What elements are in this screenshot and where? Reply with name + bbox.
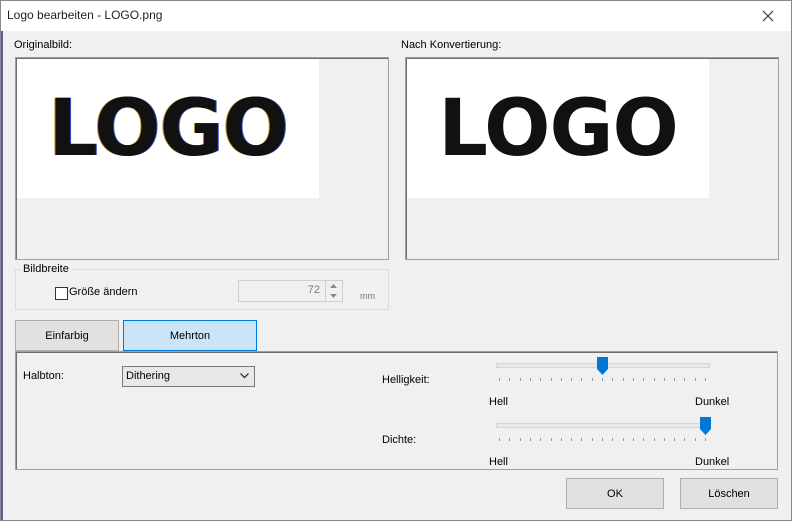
slider-tick xyxy=(560,438,562,441)
dialog-window: Logo bearbeiten - LOGO.png Originalbild:… xyxy=(0,0,792,521)
slider-tick xyxy=(622,438,624,441)
slider-tick xyxy=(663,438,665,441)
original-logo: LOGO xyxy=(48,83,289,174)
slider-tick xyxy=(529,378,531,381)
spinner-buttons xyxy=(325,281,342,301)
title-bar: Logo bearbeiten - LOGO.png xyxy=(1,1,791,31)
image-width-group-label: Bildbreite xyxy=(20,263,72,275)
slider-tick xyxy=(550,438,552,441)
delete-button[interactable]: Löschen xyxy=(680,478,778,509)
converted-image: LOGO xyxy=(407,59,709,198)
spin-down-icon[interactable] xyxy=(330,294,337,298)
slider-tick xyxy=(684,378,686,381)
halftone-select[interactable]: Dithering xyxy=(122,366,255,387)
slider-tick xyxy=(643,438,645,441)
converted-logo: LOGO xyxy=(438,83,679,174)
density-slider[interactable] xyxy=(496,417,712,447)
tab-mehrton-label: Mehrton xyxy=(169,329,211,342)
slider-tick xyxy=(632,378,634,381)
density-thumb[interactable] xyxy=(699,417,711,435)
density-track xyxy=(496,423,710,428)
brightness-min-label: Hell xyxy=(489,396,508,408)
ok-button[interactable]: OK xyxy=(566,478,664,509)
delete-button-label: Löschen xyxy=(708,487,750,500)
slider-tick xyxy=(560,378,562,381)
slider-tick xyxy=(581,378,583,381)
slider-tick xyxy=(529,438,531,441)
slider-tick xyxy=(509,378,511,381)
slider-tick xyxy=(694,438,696,441)
slider-tick xyxy=(519,378,521,381)
width-unit: mm xyxy=(360,291,375,301)
slider-tick xyxy=(591,378,593,381)
slider-tick xyxy=(540,378,542,381)
density-label: Dichte: xyxy=(382,434,417,446)
tab-mehrton[interactable]: Mehrton xyxy=(123,320,257,351)
resize-label: Größe ändern xyxy=(69,286,138,298)
brightness-max-label: Dunkel xyxy=(695,396,730,408)
brightness-label: Helligkeit: xyxy=(382,374,430,386)
slider-tick xyxy=(571,378,573,381)
slider-tick xyxy=(540,438,542,441)
window-edge xyxy=(1,31,3,520)
width-spinner[interactable]: 72 xyxy=(238,280,343,302)
slider-tick xyxy=(705,378,706,381)
original-image-panel: LOGO xyxy=(15,57,389,260)
slider-tick xyxy=(684,438,686,441)
slider-tick xyxy=(622,378,624,381)
slider-tick xyxy=(653,438,655,441)
slider-tick xyxy=(643,378,645,381)
slider-tick xyxy=(499,378,500,381)
slider-tick xyxy=(674,378,676,381)
close-button[interactable] xyxy=(745,1,791,31)
chevron-down-icon xyxy=(240,373,249,379)
slider-tick xyxy=(705,438,706,441)
original-image-label: Originalbild: xyxy=(14,39,73,51)
slider-tick xyxy=(581,438,583,441)
resize-checkbox[interactable] xyxy=(55,287,68,300)
original-image: LOGO xyxy=(17,59,319,198)
halftone-label: Halbton: xyxy=(23,370,64,382)
window-title: Logo bearbeiten - LOGO.png xyxy=(7,8,163,22)
slider-tick xyxy=(519,438,521,441)
converted-image-label: Nach Konvertierung: xyxy=(401,39,502,51)
slider-tick xyxy=(694,378,696,381)
slider-tick xyxy=(674,438,676,441)
ok-button-label: OK xyxy=(607,487,623,500)
tab-einfarbig-label: Einfarbig xyxy=(45,329,89,342)
brightness-thumb[interactable] xyxy=(596,357,608,375)
spin-up-icon[interactable] xyxy=(330,284,337,288)
slider-tick xyxy=(612,438,614,441)
slider-tick xyxy=(499,438,500,441)
close-icon xyxy=(762,10,774,22)
density-max-label: Dunkel xyxy=(695,456,730,468)
slider-tick xyxy=(612,378,614,381)
density-min-label: Hell xyxy=(489,456,508,468)
slider-tick xyxy=(509,438,511,441)
slider-tick xyxy=(550,378,552,381)
slider-tick xyxy=(653,378,655,381)
brightness-slider[interactable] xyxy=(496,357,712,387)
tab-einfarbig[interactable]: Einfarbig xyxy=(15,320,119,351)
halftone-value: Dithering xyxy=(126,370,171,382)
converted-image-panel: LOGO xyxy=(405,57,779,260)
slider-tick xyxy=(632,438,634,441)
slider-tick xyxy=(602,438,603,441)
slider-tick xyxy=(602,378,603,381)
slider-tick xyxy=(591,438,593,441)
width-value: 72 xyxy=(307,284,320,296)
slider-tick xyxy=(571,438,573,441)
slider-tick xyxy=(663,378,665,381)
